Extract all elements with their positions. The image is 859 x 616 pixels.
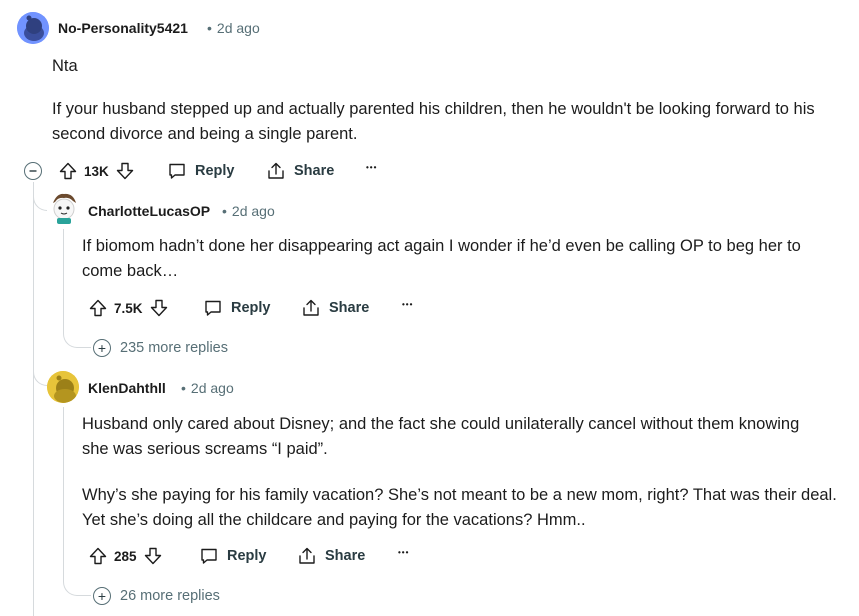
more-options-icon[interactable]: •••	[398, 548, 409, 557]
upvote-icon[interactable]	[88, 546, 108, 566]
vote-count: 7.5K	[114, 300, 143, 316]
share-button[interactable]: Share	[297, 546, 365, 566]
comment-timestamp: • 2d ago	[207, 20, 260, 36]
timestamp-text: 2d ago	[190, 380, 234, 396]
reply-button[interactable]: Reply	[167, 161, 235, 181]
downvote-icon[interactable]	[115, 161, 135, 181]
comment-timestamp: • 2d ago	[222, 203, 275, 219]
collapse-button[interactable]	[24, 162, 42, 180]
timestamp-text: 2d ago	[216, 20, 260, 36]
thread-line-reply	[63, 407, 64, 581]
share-icon	[299, 547, 315, 564]
avatar[interactable]	[47, 371, 79, 403]
downvote-icon[interactable]	[143, 546, 163, 566]
meta-separator: •	[181, 380, 186, 396]
reply-button[interactable]: Reply	[199, 546, 267, 566]
comment-body: Nta	[52, 57, 78, 75]
share-button[interactable]: Share	[301, 298, 369, 318]
more-replies-label: 26 more replies	[120, 588, 220, 604]
plus-icon: +	[93, 339, 111, 357]
more-replies-link[interactable]: + 235 more replies	[93, 339, 228, 357]
comment-timestamp: • 2d ago	[181, 380, 234, 396]
comment-body: If biomom hadn’t done her disappearing a…	[82, 237, 801, 280]
vote-count: 13K	[84, 163, 109, 179]
vote-count: 285	[114, 548, 137, 564]
meta-separator: •	[222, 203, 227, 219]
avatar-snoo-icon	[17, 12, 49, 44]
comment-icon	[205, 300, 221, 316]
share-icon	[268, 162, 284, 179]
comment-username[interactable]: No-Personality5421	[58, 20, 188, 36]
thread-line-reply	[63, 229, 64, 333]
thread-connector	[33, 360, 47, 386]
thread-line-main	[33, 182, 34, 616]
plus-icon: +	[93, 587, 111, 605]
upvote-icon[interactable]	[88, 298, 108, 318]
more-options-icon[interactable]: •••	[402, 300, 413, 309]
comment-username[interactable]: CharlotteLucasOP	[88, 203, 210, 219]
downvote-icon[interactable]	[149, 298, 169, 318]
thread-connector	[33, 185, 47, 211]
comment-icon	[201, 548, 217, 564]
comment-body: Husband only cared about Disney; and the…	[82, 415, 800, 458]
upvote-icon[interactable]	[58, 161, 78, 181]
timestamp-text: 2d ago	[231, 203, 275, 219]
vote-group: 13K	[58, 161, 135, 181]
comment-username[interactable]: KlenDahthll	[88, 380, 166, 396]
vote-group: 7.5K	[88, 298, 169, 318]
avatar[interactable]	[17, 12, 49, 44]
reply-label: Reply	[227, 548, 267, 564]
reply-button[interactable]: Reply	[203, 298, 271, 318]
comment-body: If your husband stepped up and actually …	[52, 100, 815, 143]
more-options-icon[interactable]: •••	[366, 163, 377, 172]
avatar-snoo-icon	[53, 193, 76, 224]
thread-connector	[63, 576, 91, 596]
share-label: Share	[294, 163, 335, 179]
comment-icon	[169, 163, 185, 179]
share-icon	[303, 299, 319, 316]
reply-label: Reply	[231, 300, 271, 316]
avatar[interactable]	[47, 191, 81, 225]
avatar-snoo-icon	[47, 371, 79, 403]
share-label: Share	[329, 300, 370, 316]
collapse-icon	[29, 170, 37, 172]
comment-body: Why’s she paying for his family vacation…	[82, 486, 837, 529]
meta-separator: •	[207, 20, 212, 36]
share-label: Share	[325, 548, 366, 564]
vote-group: 285	[88, 546, 163, 566]
reply-label: Reply	[195, 163, 235, 179]
share-button[interactable]: Share	[266, 161, 334, 181]
more-replies-link[interactable]: + 26 more replies	[93, 587, 220, 605]
more-replies-label: 235 more replies	[120, 340, 228, 356]
thread-connector	[63, 328, 91, 348]
